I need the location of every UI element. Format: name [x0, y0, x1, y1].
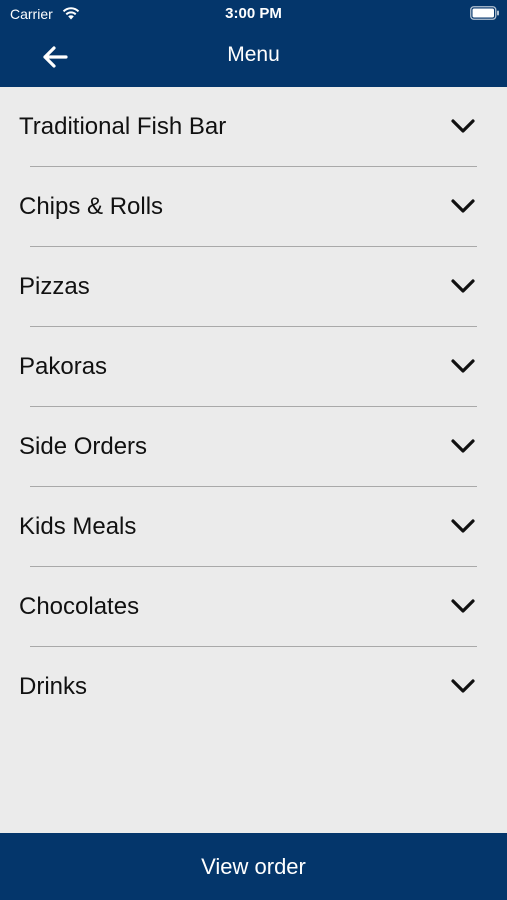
menu-category-label: Chips & Rolls [19, 193, 164, 220]
menu-category-label: Side Orders [19, 433, 148, 460]
menu-category-list: Traditional Fish Bar Chips & Rolls Pizza… [0, 87, 507, 727]
menu-category-kids-meals[interactable]: Kids Meals [0, 487, 507, 567]
page-title: Menu [227, 43, 280, 66]
status-time: 3:00 PM [225, 5, 282, 22]
status-bar: Carrier 3:00 PM [0, 0, 507, 28]
menu-category-drinks[interactable]: Drinks [0, 647, 507, 727]
chevron-down-icon[interactable] [450, 677, 476, 695]
menu-screen: Carrier 3:00 PM Menu Traditional Fish Ba… [0, 0, 507, 900]
menu-category-chips-rolls[interactable]: Chips & Rolls [0, 167, 507, 247]
menu-category-label: Kids Meals [19, 513, 137, 540]
chevron-down-icon[interactable] [450, 517, 476, 535]
menu-category-traditional-fish-bar[interactable]: Traditional Fish Bar [0, 87, 507, 167]
view-order-button[interactable]: View order [0, 833, 507, 900]
menu-category-label: Pizzas [19, 273, 90, 300]
view-order-label: View order [201, 853, 306, 879]
menu-category-label: Pakoras [19, 353, 108, 380]
nav-header: Menu [0, 28, 507, 87]
menu-category-label: Traditional Fish Bar [19, 113, 227, 140]
menu-category-label: Drinks [19, 673, 88, 700]
menu-category-label: Chocolates [19, 593, 140, 620]
menu-category-pizzas[interactable]: Pizzas [0, 247, 507, 327]
chevron-down-icon[interactable] [450, 357, 476, 375]
chevron-down-icon[interactable] [450, 197, 476, 215]
chevron-down-icon[interactable] [450, 597, 476, 615]
chevron-down-icon[interactable] [450, 117, 476, 135]
menu-category-chocolates[interactable]: Chocolates [0, 567, 507, 647]
chevron-down-icon[interactable] [450, 437, 476, 455]
menu-category-pakoras[interactable]: Pakoras [0, 327, 507, 407]
menu-category-side-orders[interactable]: Side Orders [0, 407, 507, 487]
top-bar: Carrier 3:00 PM Menu [0, 0, 507, 87]
battery-icon [470, 6, 499, 20]
chevron-down-icon[interactable] [450, 277, 476, 295]
